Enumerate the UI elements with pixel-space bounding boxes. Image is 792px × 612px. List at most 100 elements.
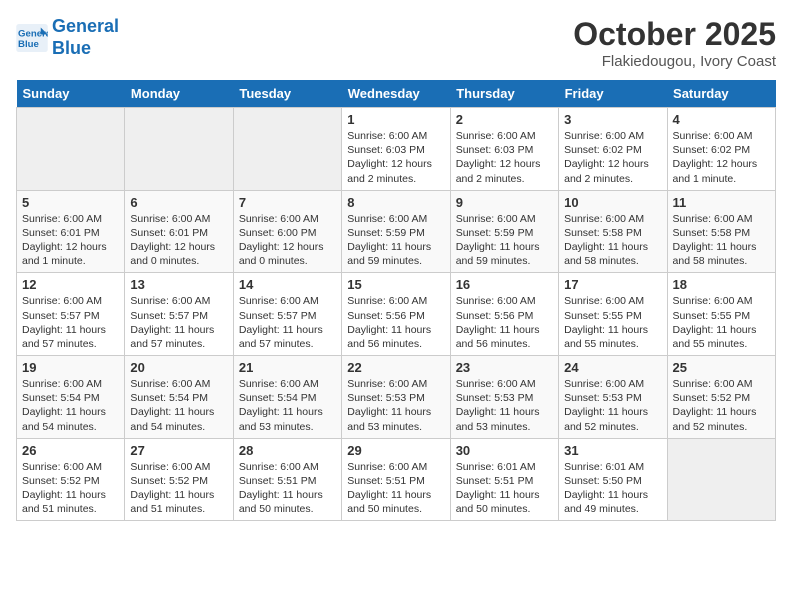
calendar-cell: 7 Sunrise: 6:00 AM Sunset: 6:00 PM Daylig…: [233, 190, 341, 273]
day-number: 21: [239, 360, 336, 375]
calendar-cell: 25 Sunrise: 6:00 AM Sunset: 5:52 PM Dayli…: [667, 356, 775, 439]
day-info: Sunrise: 6:00 AM Sunset: 6:02 PM Dayligh…: [564, 129, 661, 186]
day-number: 28: [239, 443, 336, 458]
day-info: Sunrise: 6:00 AM Sunset: 6:00 PM Dayligh…: [239, 212, 336, 269]
calendar-cell: 30 Sunrise: 6:01 AM Sunset: 5:51 PM Dayli…: [450, 438, 558, 521]
day-info: Sunrise: 6:00 AM Sunset: 5:52 PM Dayligh…: [130, 460, 227, 517]
calendar-table: SundayMondayTuesdayWednesdayThursdayFrid…: [16, 80, 776, 521]
weekday-header: Wednesday: [342, 80, 450, 108]
day-number: 13: [130, 277, 227, 292]
day-number: 2: [456, 112, 553, 127]
calendar-cell: 14 Sunrise: 6:00 AM Sunset: 5:57 PM Dayli…: [233, 273, 341, 356]
day-number: 5: [22, 195, 119, 210]
day-number: 23: [456, 360, 553, 375]
calendar-cell: 13Sunrise: 6:00 AM Sunset: 5:57 PM Dayli…: [125, 273, 233, 356]
day-number: 29: [347, 443, 444, 458]
weekday-header: Monday: [125, 80, 233, 108]
calendar-cell: 3Sunrise: 6:00 AM Sunset: 6:02 PM Daylig…: [559, 108, 667, 191]
location: Flakiedougou, Ivory Coast: [573, 53, 776, 70]
logo-line2: Blue: [52, 38, 91, 58]
weekday-header: Sunday: [17, 80, 125, 108]
calendar-cell: 8Sunrise: 6:00 AM Sunset: 5:59 PM Daylig…: [342, 190, 450, 273]
day-info: Sunrise: 6:00 AM Sunset: 5:58 PM Dayligh…: [564, 212, 661, 269]
calendar-cell: 19 Sunrise: 6:00 AM Sunset: 5:54 PM Dayli…: [17, 356, 125, 439]
calendar-cell: [667, 438, 775, 521]
calendar-cell: 24Sunrise: 6:00 AM Sunset: 5:53 PM Dayli…: [559, 356, 667, 439]
day-info: Sunrise: 6:00 AM Sunset: 5:53 PM Dayligh…: [564, 377, 661, 434]
day-number: 10: [564, 195, 661, 210]
day-number: 17: [564, 277, 661, 292]
day-info: Sunrise: 6:00 AM Sunset: 5:56 PM Dayligh…: [456, 294, 553, 351]
calendar-cell: 26Sunrise: 6:00 AM Sunset: 5:52 PM Dayli…: [17, 438, 125, 521]
logo-line1: General: [52, 16, 119, 36]
calendar-cell: 2 Sunrise: 6:00 AM Sunset: 6:03 PM Daylig…: [450, 108, 558, 191]
calendar-cell: 6 Sunrise: 6:00 AM Sunset: 6:01 PM Daylig…: [125, 190, 233, 273]
day-info: Sunrise: 6:00 AM Sunset: 5:55 PM Dayligh…: [564, 294, 661, 351]
calendar-cell: 17 Sunrise: 6:00 AM Sunset: 5:55 PM Dayli…: [559, 273, 667, 356]
calendar-cell: 31Sunrise: 6:01 AM Sunset: 5:50 PM Dayli…: [559, 438, 667, 521]
calendar-cell: 29Sunrise: 6:00 AM Sunset: 5:51 PM Dayli…: [342, 438, 450, 521]
page-header: General Blue General Blue October 2025 F…: [16, 16, 776, 70]
day-number: 15: [347, 277, 444, 292]
day-info: Sunrise: 6:00 AM Sunset: 5:54 PM Dayligh…: [22, 377, 119, 434]
calendar-cell: 28 Sunrise: 6:00 AM Sunset: 5:51 PM Dayli…: [233, 438, 341, 521]
calendar-cell: [125, 108, 233, 191]
calendar-cell: 16Sunrise: 6:00 AM Sunset: 5:56 PM Dayli…: [450, 273, 558, 356]
day-info: Sunrise: 6:00 AM Sunset: 5:54 PM Dayligh…: [239, 377, 336, 434]
day-info: Sunrise: 6:00 AM Sunset: 5:58 PM Dayligh…: [673, 212, 770, 269]
day-number: 9: [456, 195, 553, 210]
calendar-week-row: 26Sunrise: 6:00 AM Sunset: 5:52 PM Dayli…: [17, 438, 776, 521]
weekday-header: Thursday: [450, 80, 558, 108]
day-info: Sunrise: 6:00 AM Sunset: 5:56 PM Dayligh…: [347, 294, 444, 351]
calendar-cell: [233, 108, 341, 191]
day-number: 11: [673, 195, 770, 210]
calendar-cell: 21 Sunrise: 6:00 AM Sunset: 5:54 PM Dayli…: [233, 356, 341, 439]
logo: General Blue General Blue: [16, 16, 119, 59]
calendar-header-row: SundayMondayTuesdayWednesdayThursdayFrid…: [17, 80, 776, 108]
day-number: 25: [673, 360, 770, 375]
day-number: 7: [239, 195, 336, 210]
calendar-week-row: 5 Sunrise: 6:00 AM Sunset: 6:01 PM Daylig…: [17, 190, 776, 273]
weekday-header: Friday: [559, 80, 667, 108]
calendar-cell: 22Sunrise: 6:00 AM Sunset: 5:53 PM Dayli…: [342, 356, 450, 439]
day-info: Sunrise: 6:00 AM Sunset: 6:03 PM Dayligh…: [347, 129, 444, 186]
day-number: 4: [673, 112, 770, 127]
month-title: October 2025: [573, 16, 776, 53]
day-info: Sunrise: 6:00 AM Sunset: 6:01 PM Dayligh…: [130, 212, 227, 269]
day-number: 6: [130, 195, 227, 210]
calendar-cell: 15 Sunrise: 6:00 AM Sunset: 5:56 PM Dayli…: [342, 273, 450, 356]
calendar-cell: 1 Sunrise: 6:00 AM Sunset: 6:03 PM Daylig…: [342, 108, 450, 191]
day-info: Sunrise: 6:01 AM Sunset: 5:51 PM Dayligh…: [456, 460, 553, 517]
weekday-header: Tuesday: [233, 80, 341, 108]
calendar-cell: 20Sunrise: 6:00 AM Sunset: 5:54 PM Dayli…: [125, 356, 233, 439]
day-number: 27: [130, 443, 227, 458]
logo-text: General Blue: [52, 16, 119, 59]
calendar-cell: 18Sunrise: 6:00 AM Sunset: 5:55 PM Dayli…: [667, 273, 775, 356]
day-info: Sunrise: 6:00 AM Sunset: 5:51 PM Dayligh…: [239, 460, 336, 517]
day-info: Sunrise: 6:00 AM Sunset: 5:52 PM Dayligh…: [673, 377, 770, 434]
day-info: Sunrise: 6:00 AM Sunset: 5:59 PM Dayligh…: [456, 212, 553, 269]
calendar-cell: 4 Sunrise: 6:00 AM Sunset: 6:02 PM Daylig…: [667, 108, 775, 191]
day-number: 12: [22, 277, 119, 292]
day-info: Sunrise: 6:00 AM Sunset: 5:55 PM Dayligh…: [673, 294, 770, 351]
day-info: Sunrise: 6:00 AM Sunset: 5:53 PM Dayligh…: [456, 377, 553, 434]
logo-icon: General Blue: [16, 24, 48, 52]
day-info: Sunrise: 6:00 AM Sunset: 5:57 PM Dayligh…: [239, 294, 336, 351]
title-block: October 2025 Flakiedougou, Ivory Coast: [573, 16, 776, 70]
day-number: 14: [239, 277, 336, 292]
calendar-cell: 12Sunrise: 6:00 AM Sunset: 5:57 PM Dayli…: [17, 273, 125, 356]
day-info: Sunrise: 6:00 AM Sunset: 6:02 PM Dayligh…: [673, 129, 770, 186]
svg-text:Blue: Blue: [18, 38, 39, 49]
calendar-cell: 5Sunrise: 6:00 AM Sunset: 6:01 PM Daylig…: [17, 190, 125, 273]
calendar-cell: [17, 108, 125, 191]
day-number: 30: [456, 443, 553, 458]
calendar-cell: 27 Sunrise: 6:00 AM Sunset: 5:52 PM Dayli…: [125, 438, 233, 521]
day-number: 19: [22, 360, 119, 375]
day-number: 22: [347, 360, 444, 375]
day-number: 20: [130, 360, 227, 375]
calendar-cell: 11 Sunrise: 6:00 AM Sunset: 5:58 PM Dayli…: [667, 190, 775, 273]
day-number: 1: [347, 112, 444, 127]
calendar-cell: 23 Sunrise: 6:00 AM Sunset: 5:53 PM Dayli…: [450, 356, 558, 439]
day-info: Sunrise: 6:00 AM Sunset: 6:03 PM Dayligh…: [456, 129, 553, 186]
day-number: 8: [347, 195, 444, 210]
